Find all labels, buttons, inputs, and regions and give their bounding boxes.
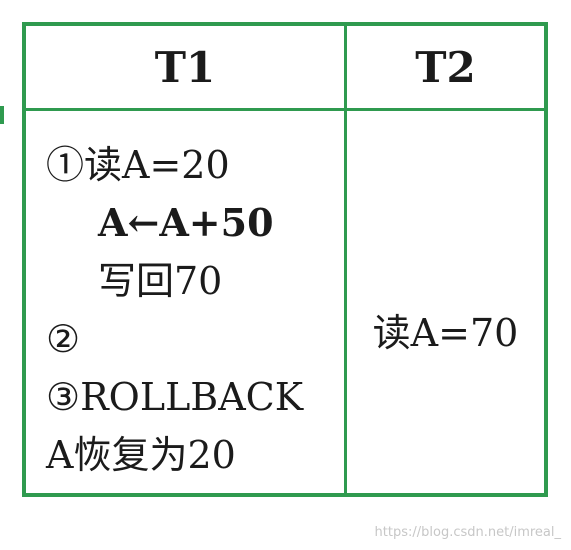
- t1-step-3-restore: A恢复为20: [46, 433, 236, 477]
- transaction-table: T1 T2 ①读A=20 A←A+50 写回70 ② ③ROLLBACK A恢复…: [22, 22, 548, 497]
- t1-step-1-writeback: 写回70: [98, 259, 223, 303]
- t1-step-3-rollback: ③ROLLBACK: [46, 375, 304, 419]
- t1-step-1-compute: A←A+50: [98, 200, 274, 245]
- header-divider: [26, 108, 544, 111]
- t2-read-value: 读A=70: [372, 311, 519, 355]
- edge-mark: [0, 106, 4, 124]
- header-t2: T2: [415, 42, 476, 92]
- watermark: https://blog.csdn.net/imreal_: [374, 525, 561, 540]
- t1-step-2: ②: [46, 317, 81, 361]
- header-t1: T1: [154, 42, 216, 92]
- t1-step-1: ①读A=20: [46, 143, 230, 187]
- t1-cell: ①读A=20 A←A+50 写回70 ② ③ROLLBACK A恢复为20: [46, 136, 338, 484]
